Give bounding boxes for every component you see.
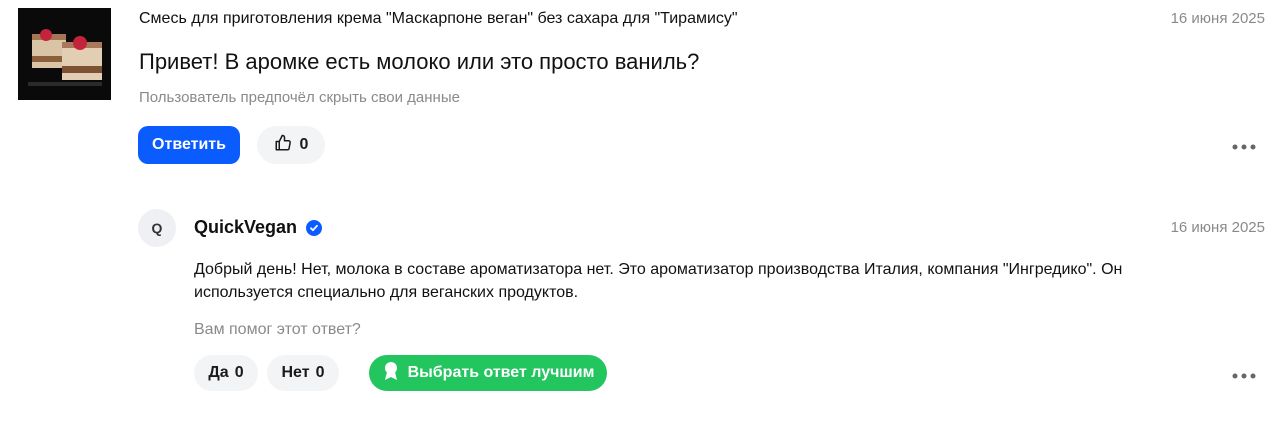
question-more-icon[interactable] xyxy=(1232,134,1256,157)
answer-text: Добрый день! Нет, молока в составе арома… xyxy=(194,261,1123,301)
answer-author[interactable]: QuickVegan xyxy=(194,217,297,238)
reply-button[interactable]: Ответить xyxy=(138,126,240,164)
vote-no-label: Нет xyxy=(281,364,310,381)
avatar: Q xyxy=(138,209,176,247)
vote-yes-count: 0 xyxy=(234,364,244,381)
vote-no-count: 0 xyxy=(315,364,325,381)
choose-best-answer-button[interactable]: Выбрать ответ лучшим xyxy=(369,355,607,391)
question-author-note: Пользователь предпочёл скрыть свои данны… xyxy=(139,89,460,106)
like-count: 0 xyxy=(299,136,309,153)
helpful-question: Вам помог этот ответ? xyxy=(194,321,361,338)
choose-best-answer-label: Выбрать ответ лучшим xyxy=(407,364,595,381)
vote-yes-button[interactable]: Да 0 xyxy=(194,355,258,391)
question-text: Привет! В аромке есть молоко или это про… xyxy=(139,49,700,74)
answer-more-icon[interactable] xyxy=(1232,363,1256,386)
award-icon xyxy=(382,361,400,386)
thumbs-up-icon xyxy=(274,134,292,157)
answer-date: 16 июня 2025 xyxy=(1170,219,1265,236)
question-date: 16 июня 2025 xyxy=(1170,10,1265,27)
product-thumbnail[interactable] xyxy=(18,8,111,100)
vote-yes-label: Да xyxy=(208,364,229,381)
like-button[interactable]: 0 xyxy=(257,126,325,164)
vote-no-button[interactable]: Нет 0 xyxy=(267,355,339,391)
verified-badge-icon xyxy=(306,220,322,236)
product-title[interactable]: Смесь для приготовления крема "Маскарпон… xyxy=(139,10,738,28)
